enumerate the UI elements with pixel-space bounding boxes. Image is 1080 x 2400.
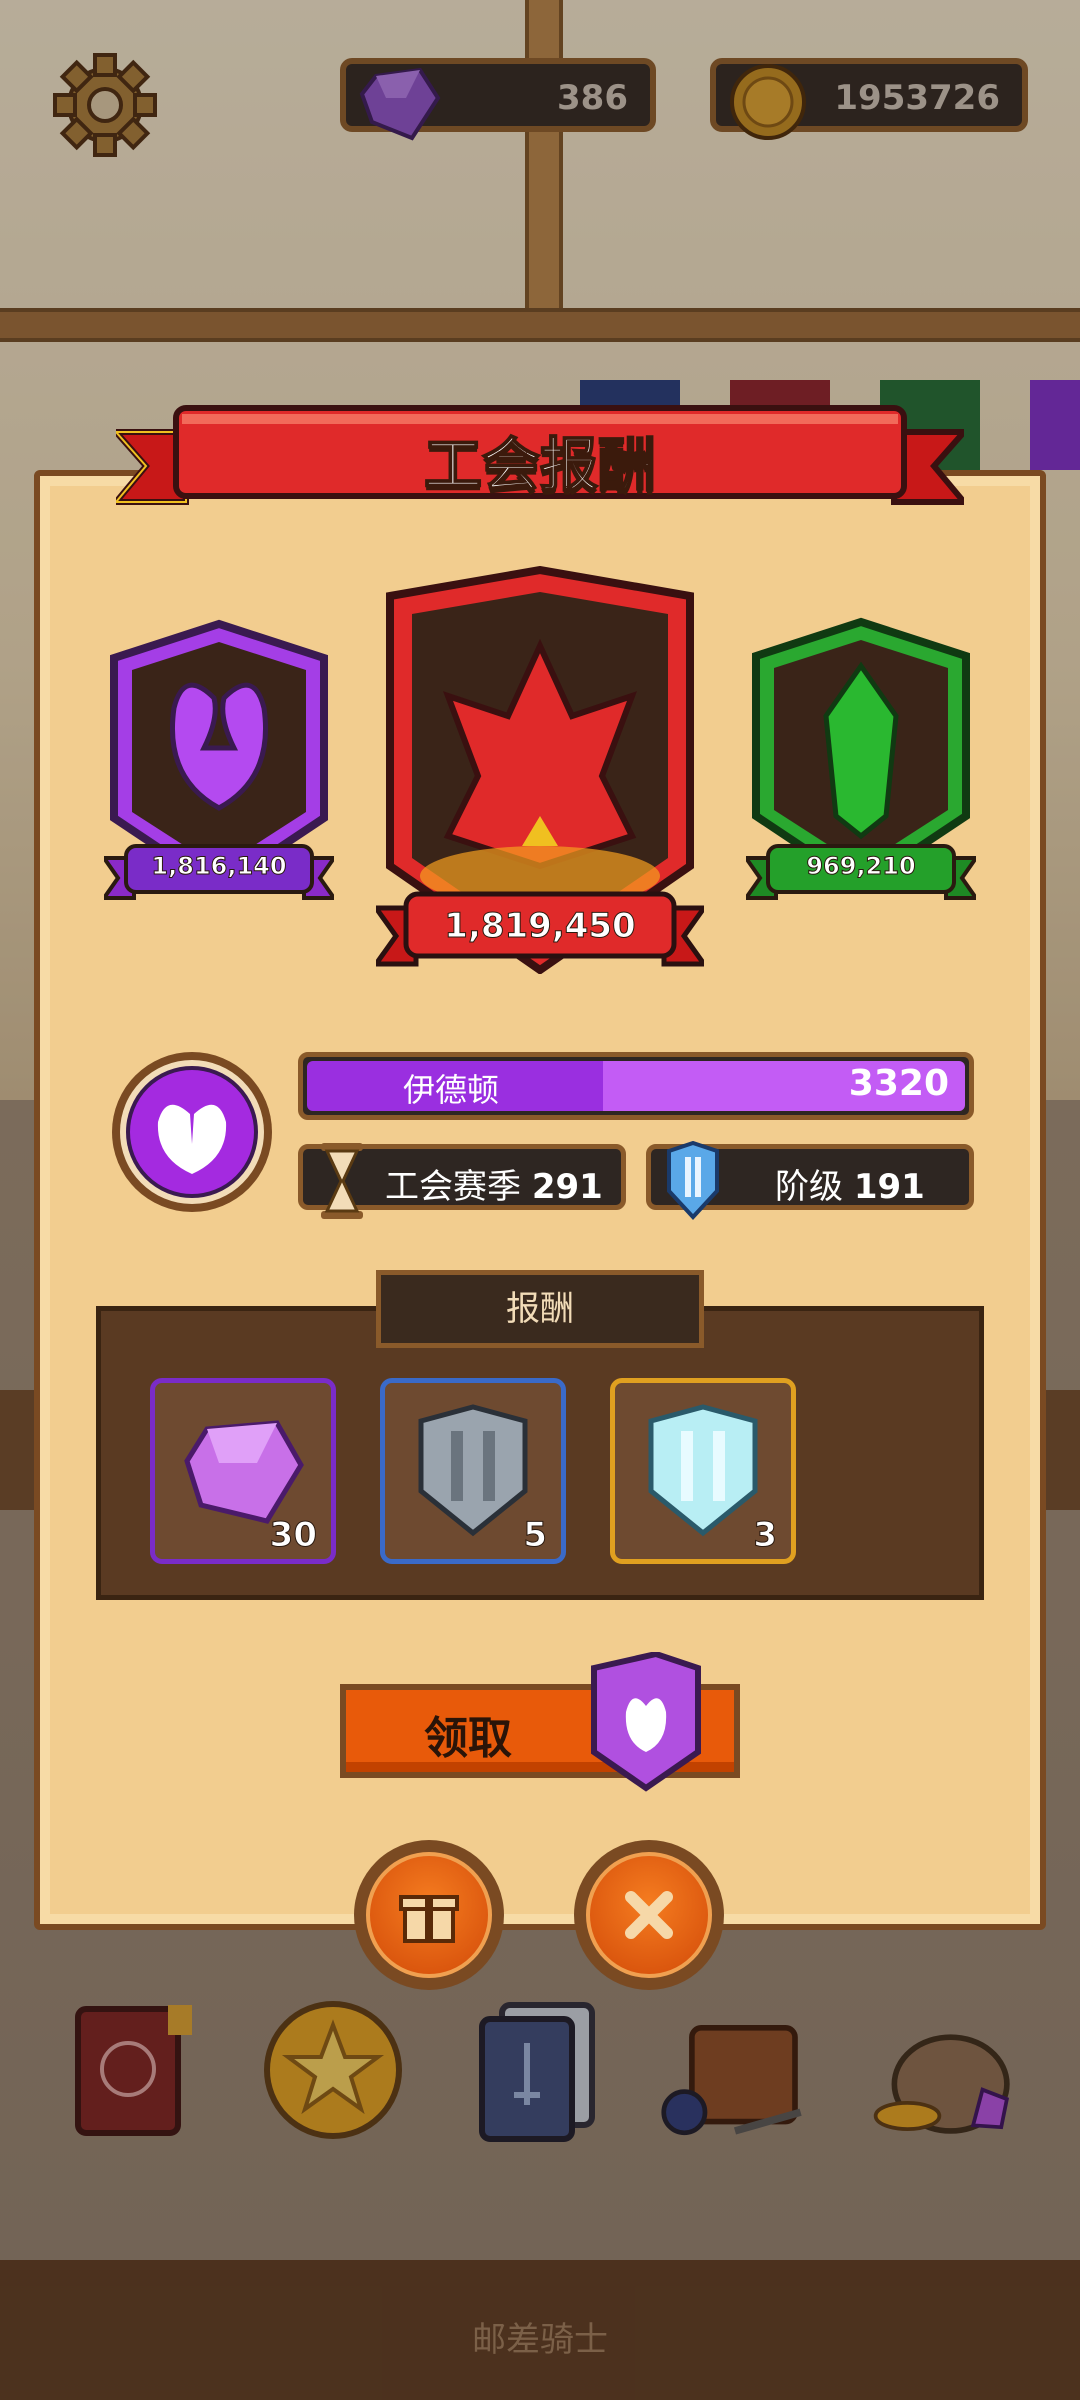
hourglass-icon bbox=[321, 1143, 363, 1219]
rank-value: 191 bbox=[853, 1167, 925, 1207]
rewards-label: 报酬 bbox=[376, 1270, 704, 1348]
reward-gems-count: 30 bbox=[269, 1515, 317, 1556]
reward-slot-gems[interactable]: 30 bbox=[150, 1378, 336, 1564]
rank-shield-icon bbox=[667, 1141, 719, 1220]
season-value: 291 bbox=[531, 1167, 603, 1207]
season-label: 工会赛季 bbox=[385, 1167, 521, 1207]
close-icon bbox=[625, 1891, 673, 1939]
claim-label: 领取 bbox=[424, 1713, 512, 1764]
gift-button[interactable] bbox=[354, 1840, 504, 1990]
red-score: 1,819,450 bbox=[444, 906, 636, 947]
guild-points-bar: 伊德顿 3320 bbox=[298, 1052, 974, 1120]
panel-title: 工会报酬 bbox=[423, 430, 657, 500]
guild-rank-pill: 阶级 191 bbox=[646, 1141, 974, 1220]
iron-shield-icon bbox=[418, 1404, 528, 1537]
ice-shield-icon bbox=[648, 1404, 758, 1537]
rank-label: 阶级 bbox=[775, 1167, 843, 1207]
guild-season-pill: 工会赛季 291 bbox=[298, 1143, 626, 1219]
guild-points: 3320 bbox=[848, 1063, 949, 1104]
reward-ice-shield-count: 3 bbox=[753, 1515, 778, 1556]
reward-slot-ice-shield[interactable]: 3 bbox=[610, 1378, 796, 1564]
swan-token-icon bbox=[591, 1652, 701, 1792]
reward-iron-shield-count: 5 bbox=[523, 1515, 548, 1556]
guild-name: 伊德顿 bbox=[403, 1071, 500, 1109]
reward-slot-iron-shield[interactable]: 5 bbox=[380, 1378, 566, 1564]
purple-score: 1,816,140 bbox=[151, 852, 287, 881]
close-button[interactable] bbox=[574, 1840, 724, 1990]
green-score: 969,210 bbox=[806, 852, 916, 881]
guild-swan-emblem-icon bbox=[112, 1052, 272, 1212]
gift-icon bbox=[399, 1895, 459, 1943]
